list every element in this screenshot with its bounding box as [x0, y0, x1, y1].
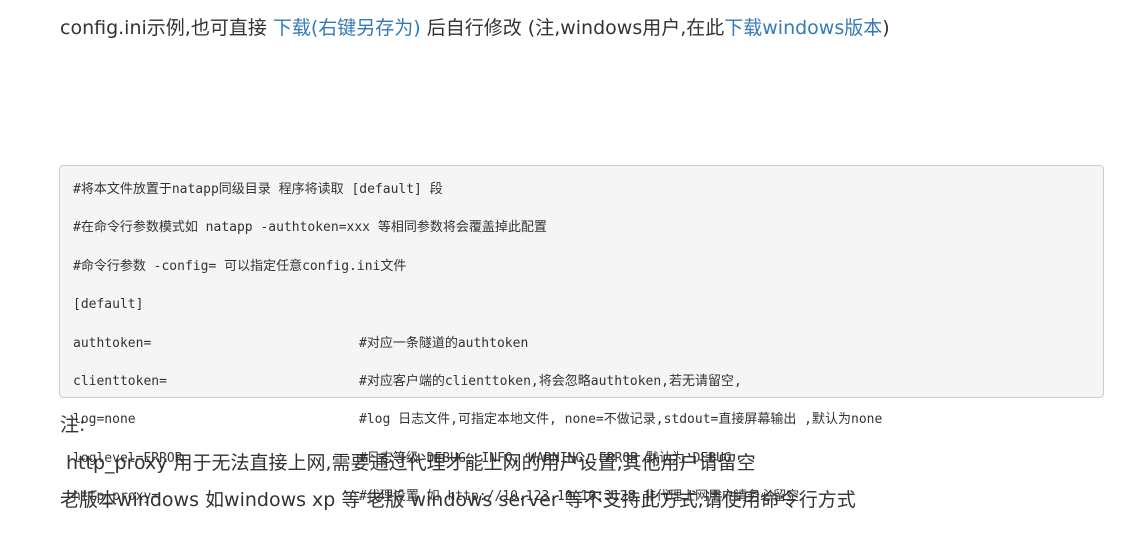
download-link[interactable]: 下载(右键另存为) — [273, 17, 421, 39]
note-title: 注: — [60, 414, 86, 436]
config-key: clienttoken= — [73, 373, 167, 389]
intro-middle: 后自行修改 (注,windows用户,在此 — [420, 17, 725, 39]
config-code-block: #将本文件放置于natapp同级目录 程序将读取 [default] 段 #在命… — [59, 165, 1104, 504]
download-windows-link[interactable]: 下载windows版本 — [724, 17, 882, 39]
config-key: log=none — [73, 412, 136, 428]
config-row-log: log=none #log 日志文件,可指定本地文件, none=不做记录,std… — [73, 408, 1103, 431]
code-comment-line: #在命令行参数模式如 natapp -authtoken=xxx 等相同参数将会… — [73, 220, 547, 236]
config-key: authtoken= — [73, 335, 152, 351]
config-comment: #对应一条隧道的authtoken — [359, 335, 529, 351]
code-section-header: [default] — [73, 297, 144, 313]
config-comment: #log 日志文件,可指定本地文件, none=不做记录,stdout=直接屏幕… — [359, 412, 883, 428]
intro-prefix: config.ini示例,也可直接 — [60, 17, 273, 39]
intro-paragraph: config.ini示例,也可直接 下载(右键另存为) 后自行修改 (注,win… — [60, 14, 890, 42]
code-comment-line: #将本文件放置于natapp同级目录 程序将读取 [default] 段 — [73, 182, 443, 197]
note-http-proxy: http_proxy 用于无法直接上网,需要通过代理才能上网的用户设置,其他用户… — [66, 452, 756, 474]
config-comment: #对应客户端的clienttoken,将会忽略authtoken,若无请留空, — [359, 373, 742, 389]
config-row-authtoken: authtoken= #对应一条隧道的authtoken — [73, 332, 1103, 355]
config-row-clienttoken: clienttoken= #对应客户端的clienttoken,将会忽略autht… — [73, 370, 1103, 393]
intro-suffix: ) — [882, 17, 890, 39]
note-old-windows: 老版本windows 如windows xp 等 老版 windows serv… — [60, 489, 856, 511]
code-comment-line: #命令行参数 -config= 可以指定任意config.ini文件 — [73, 258, 407, 274]
